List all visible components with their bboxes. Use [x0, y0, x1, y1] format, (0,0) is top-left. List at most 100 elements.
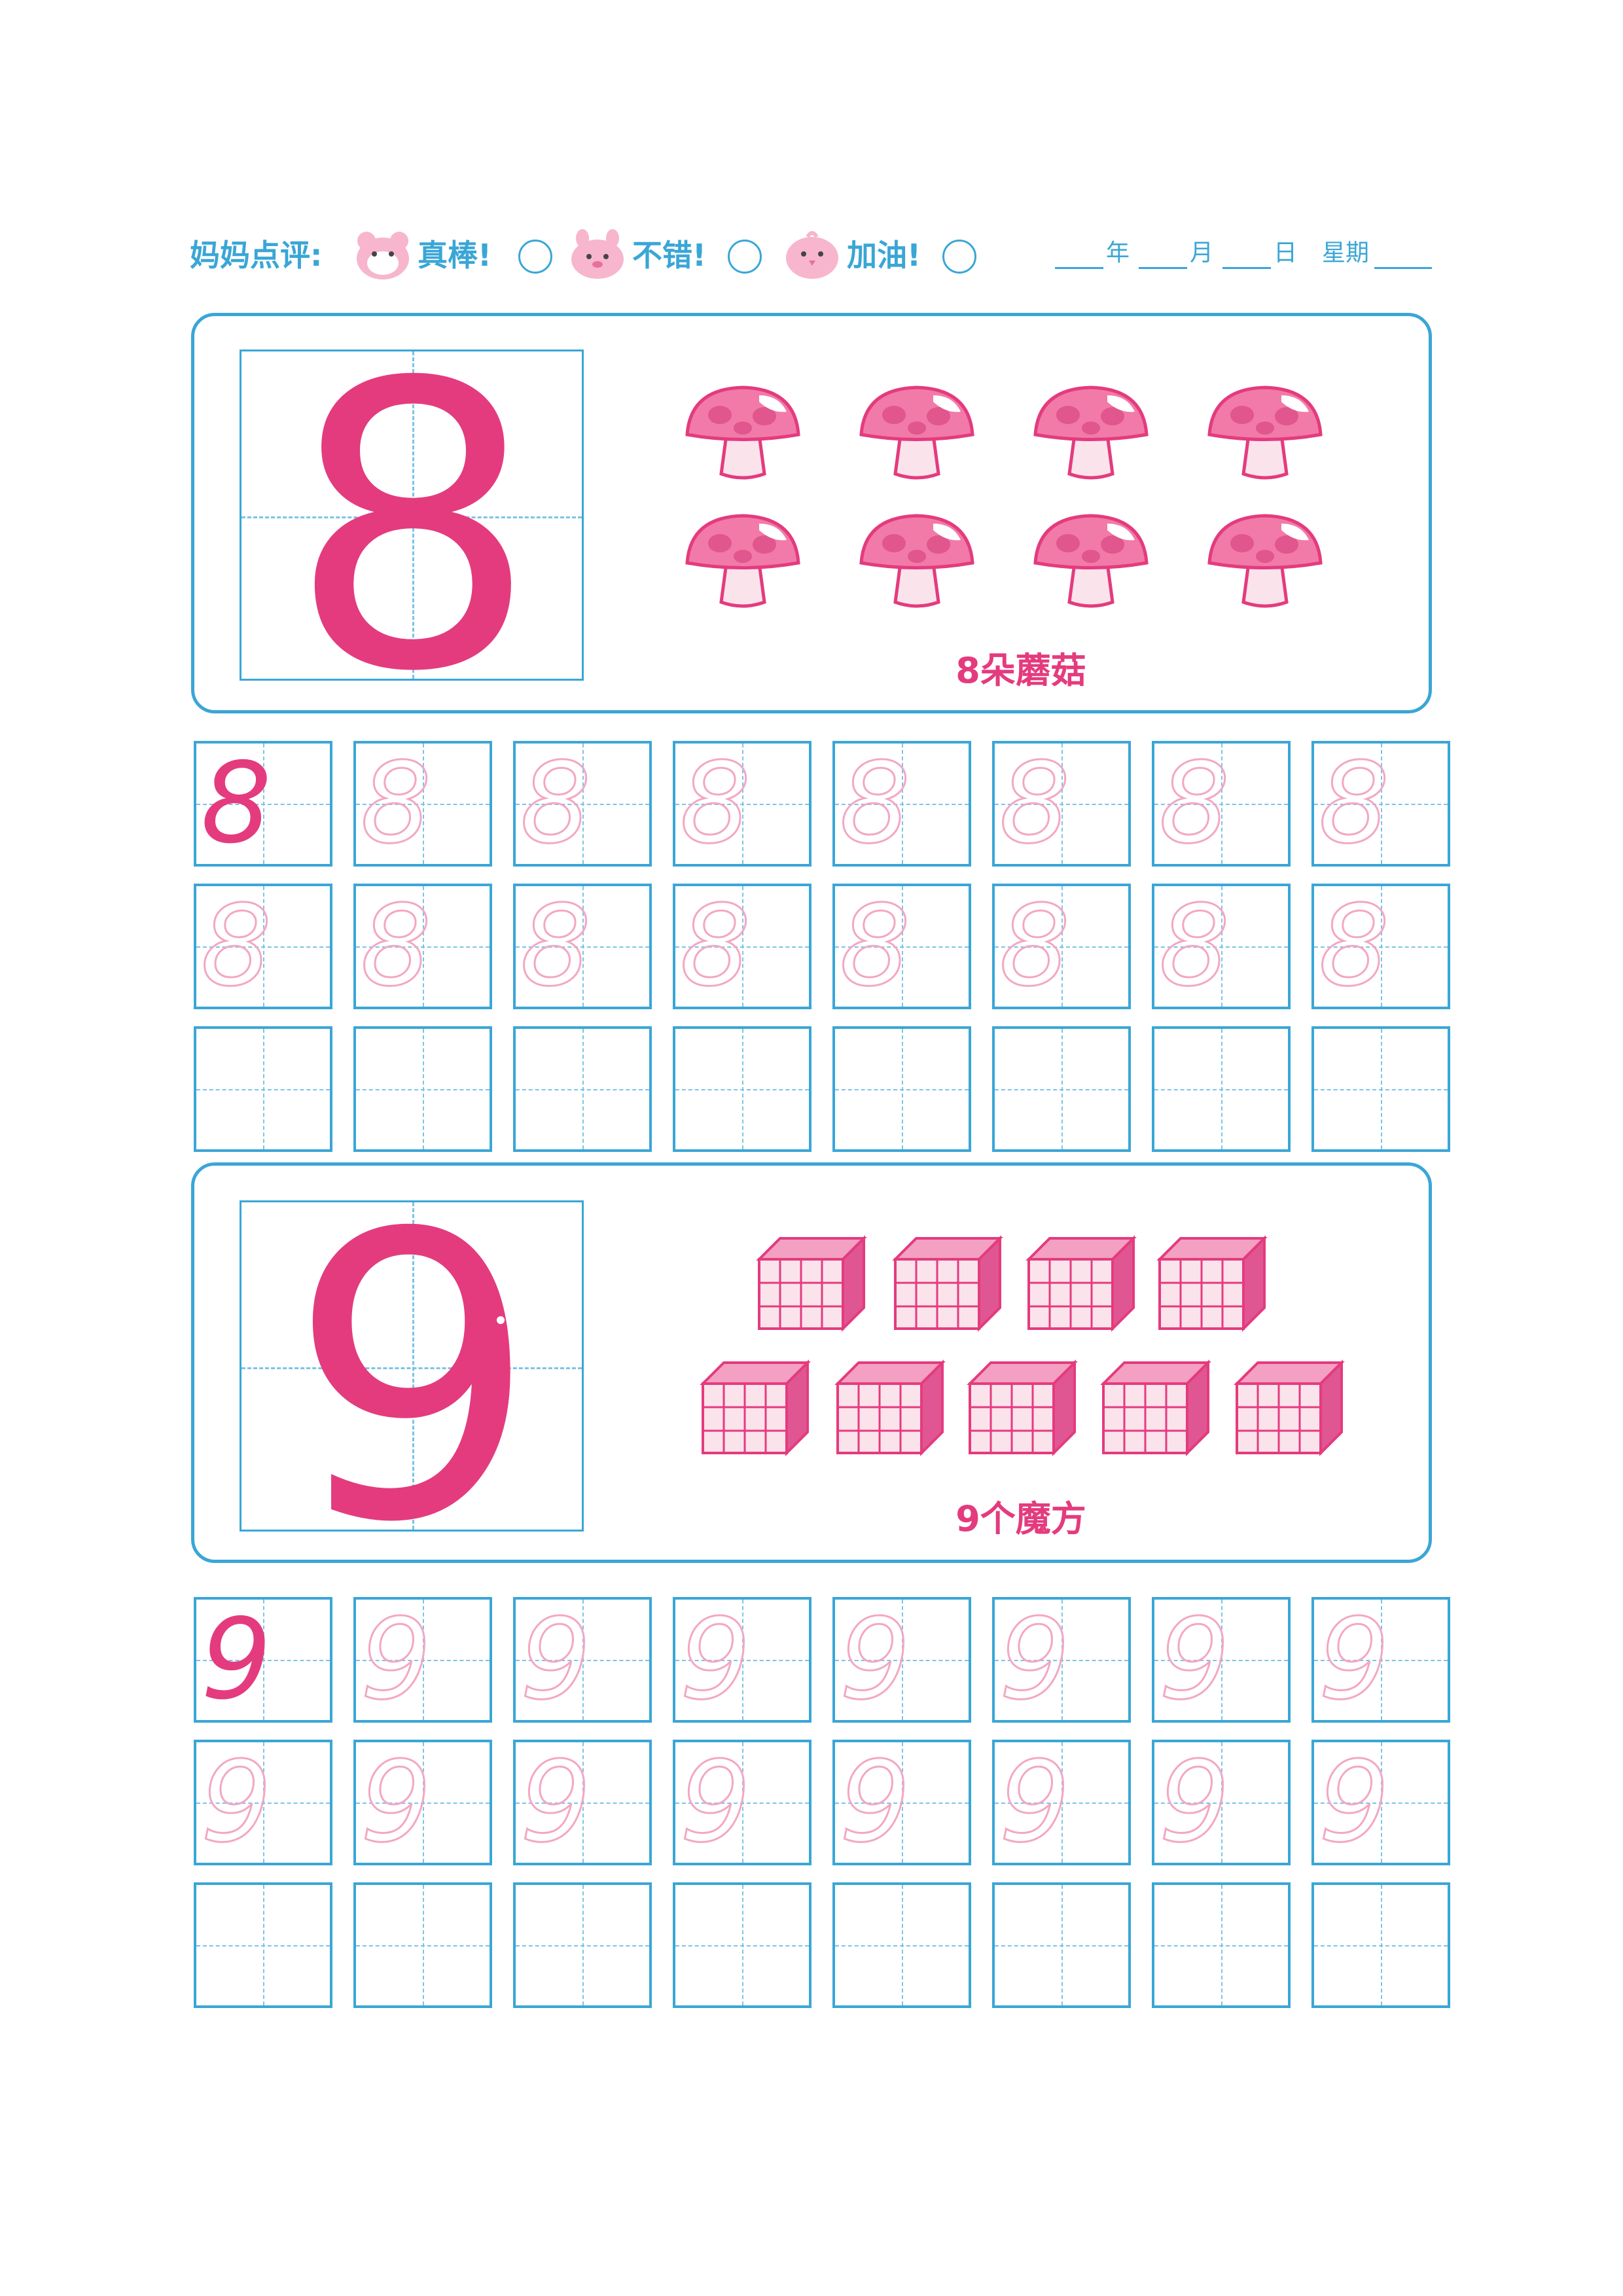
mushroom-item — [1029, 504, 1153, 618]
digit-8-caption: 8朵蘑菇 — [955, 650, 1086, 691]
digit-9-writing-box: 9 — [240, 1200, 584, 1532]
practice-cell[interactable]: 8 — [353, 741, 492, 867]
trace-digit: 8 — [1158, 739, 1230, 869]
cube-icon — [700, 1359, 811, 1456]
practice-cell[interactable]: 8 — [353, 884, 492, 1009]
practice-cell[interactable]: 8 — [1311, 884, 1450, 1009]
trace-digit: 9 — [359, 1595, 432, 1725]
trace-digit: 9 — [1317, 1595, 1390, 1725]
practice-cell[interactable]: 9 — [353, 1740, 492, 1865]
practice-cell[interactable] — [513, 1882, 652, 2008]
trace-digit: 9 — [1317, 1738, 1390, 1867]
trace-digit: 9 — [679, 1595, 751, 1725]
option-great-circle[interactable] — [518, 240, 552, 274]
digit-8-writing-box: 8 — [240, 350, 584, 681]
practice-cell[interactable] — [1152, 1882, 1291, 2008]
mushroom-item — [1203, 376, 1327, 490]
practice-cell[interactable]: 9 — [673, 1597, 812, 1723]
practice-cell[interactable] — [1311, 1882, 1450, 2008]
cube-icon — [1234, 1359, 1345, 1456]
option-good-circle[interactable] — [728, 240, 762, 274]
practice-cell[interactable] — [353, 1026, 492, 1152]
practice-cell[interactable]: 8 — [673, 884, 812, 1009]
trace-digit: 9 — [519, 1595, 592, 1725]
practice-cell[interactable]: 8 — [832, 884, 971, 1009]
practice-cell[interactable]: 9 — [1152, 1597, 1291, 1723]
mushroom-icon — [1207, 386, 1323, 480]
practice-cell[interactable] — [1311, 1026, 1450, 1152]
mushroom-icon — [1207, 514, 1323, 608]
practice-cell[interactable]: 9 — [513, 1740, 652, 1865]
trace-digit: 8 — [679, 882, 751, 1011]
trace-digit: 9 — [998, 1595, 1071, 1725]
practice-cell[interactable] — [1152, 1026, 1291, 1152]
practice-cell[interactable]: 9 — [353, 1597, 492, 1723]
bunny-icon — [571, 229, 624, 279]
trace-digit: 9 — [200, 1738, 272, 1867]
mushroom-item — [1029, 376, 1153, 490]
practice-cell[interactable] — [673, 1882, 812, 2008]
mushroom-icon — [859, 514, 974, 608]
practice-cell[interactable]: 8 — [992, 741, 1131, 867]
mushroom-icon — [859, 386, 974, 480]
mushroom-icon — [685, 514, 800, 608]
practice-cell[interactable]: 8 — [194, 741, 332, 867]
chick-icon — [786, 231, 838, 279]
year-blank[interactable] — [1055, 267, 1103, 269]
option-cheer-circle[interactable] — [942, 240, 976, 274]
digit-8-stroke-guide: 8 — [288, 351, 538, 679]
practice-cell[interactable] — [194, 1882, 332, 2008]
mushroom-icon — [1033, 386, 1149, 480]
practice-cell[interactable]: 9 — [194, 1597, 332, 1723]
trace-digit: 8 — [838, 882, 911, 1011]
practice-cell[interactable]: 8 — [992, 884, 1131, 1009]
cube-icon — [1156, 1235, 1268, 1332]
practice-cell[interactable]: 8 — [832, 741, 971, 867]
trace-digit: 8 — [359, 882, 432, 1011]
trace-digit: 9 — [359, 1738, 432, 1867]
practice-cell[interactable]: 8 — [673, 741, 812, 867]
cube-item — [889, 1230, 1007, 1338]
practice-cell[interactable] — [353, 1882, 492, 2008]
trace-digit: 8 — [519, 739, 592, 869]
practice-cell[interactable]: 9 — [673, 1740, 812, 1865]
practice-cell[interactable] — [992, 1026, 1131, 1152]
trace-digit: 8 — [998, 882, 1071, 1011]
week-blank[interactable] — [1374, 267, 1432, 269]
practice-cell[interactable]: 9 — [992, 1597, 1131, 1723]
practice-cell[interactable]: 8 — [1311, 741, 1450, 867]
cube-icon — [892, 1235, 1003, 1332]
cube-item — [696, 1355, 814, 1462]
practice-cell[interactable]: 8 — [513, 884, 652, 1009]
practice-cell[interactable]: 9 — [1311, 1740, 1450, 1865]
practice-cell[interactable]: 9 — [992, 1740, 1131, 1865]
option-great: 真棒! — [418, 238, 491, 273]
practice-cell[interactable]: 9 — [832, 1597, 971, 1723]
practice-cell[interactable]: 9 — [513, 1597, 652, 1723]
practice-cell[interactable]: 8 — [513, 741, 652, 867]
practice-cell[interactable] — [832, 1026, 971, 1152]
trace-digit: 9 — [838, 1595, 911, 1725]
practice-cell[interactable]: 9 — [1311, 1597, 1450, 1723]
practice-cell[interactable]: 9 — [832, 1740, 971, 1865]
practice-cell[interactable] — [673, 1026, 812, 1152]
practice-cell[interactable] — [992, 1882, 1131, 2008]
practice-cell[interactable] — [832, 1882, 971, 2008]
hamster-icon — [357, 232, 409, 279]
cube-item — [1153, 1230, 1271, 1338]
digit-9-caption: 9个魔方 — [955, 1498, 1086, 1539]
cube-item — [831, 1355, 949, 1462]
month-label: 月 — [1190, 240, 1214, 266]
practice-cell[interactable]: 8 — [1152, 741, 1291, 867]
practice-cell[interactable] — [513, 1026, 652, 1152]
practice-cell[interactable]: 8 — [194, 884, 332, 1009]
trace-digit: 8 — [200, 882, 272, 1011]
practice-cell[interactable]: 9 — [194, 1740, 332, 1865]
practice-cell[interactable]: 9 — [1152, 1740, 1291, 1865]
month-blank[interactable] — [1139, 267, 1187, 269]
practice-cell[interactable] — [194, 1026, 332, 1152]
day-blank[interactable] — [1222, 267, 1271, 269]
big-digit-9: 9 — [288, 1202, 538, 1530]
practice-cell[interactable]: 8 — [1152, 884, 1291, 1009]
cube-item — [963, 1355, 1081, 1462]
